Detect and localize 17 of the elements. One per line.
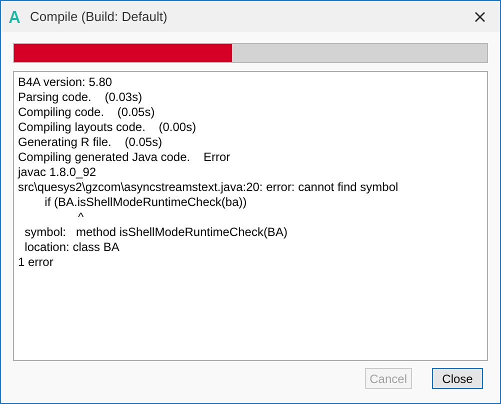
- log-line: ^: [77, 210, 85, 225]
- log-line: src\quesys2\gzcom\asyncstreamstext.java:20: error: cannot find symbol: [18, 180, 400, 195]
- log-line: location: class BA: [24, 240, 120, 255]
- log-line: Compiling generated Java code. Error: [18, 150, 232, 165]
- app-logo-icon: [9, 10, 20, 22]
- log-line: 1 error: [18, 255, 54, 270]
- dialog-button[interactable]: Close: [432, 368, 483, 389]
- log-line: javac 1.8.0_92: [18, 165, 98, 180]
- log-line: Compiling layouts code. (0.00s): [18, 120, 198, 135]
- log-line: Generating R file. (0.05s): [18, 135, 164, 150]
- close-icon[interactable]: [474, 10, 486, 22]
- log-line: if (BA.isShellModeRuntimeCheck(ba)): [44, 195, 248, 210]
- log-line: B4A version: 5.80: [18, 75, 114, 90]
- log-line: Compiling code. (0.05s): [18, 105, 156, 120]
- log-line: Parsing code. (0.03s): [18, 90, 144, 105]
- window-title: Compile (Build: Default): [30, 8, 168, 26]
- log-line: symbol: method isShellModeRuntimeCheck(BA): [24, 225, 288, 240]
